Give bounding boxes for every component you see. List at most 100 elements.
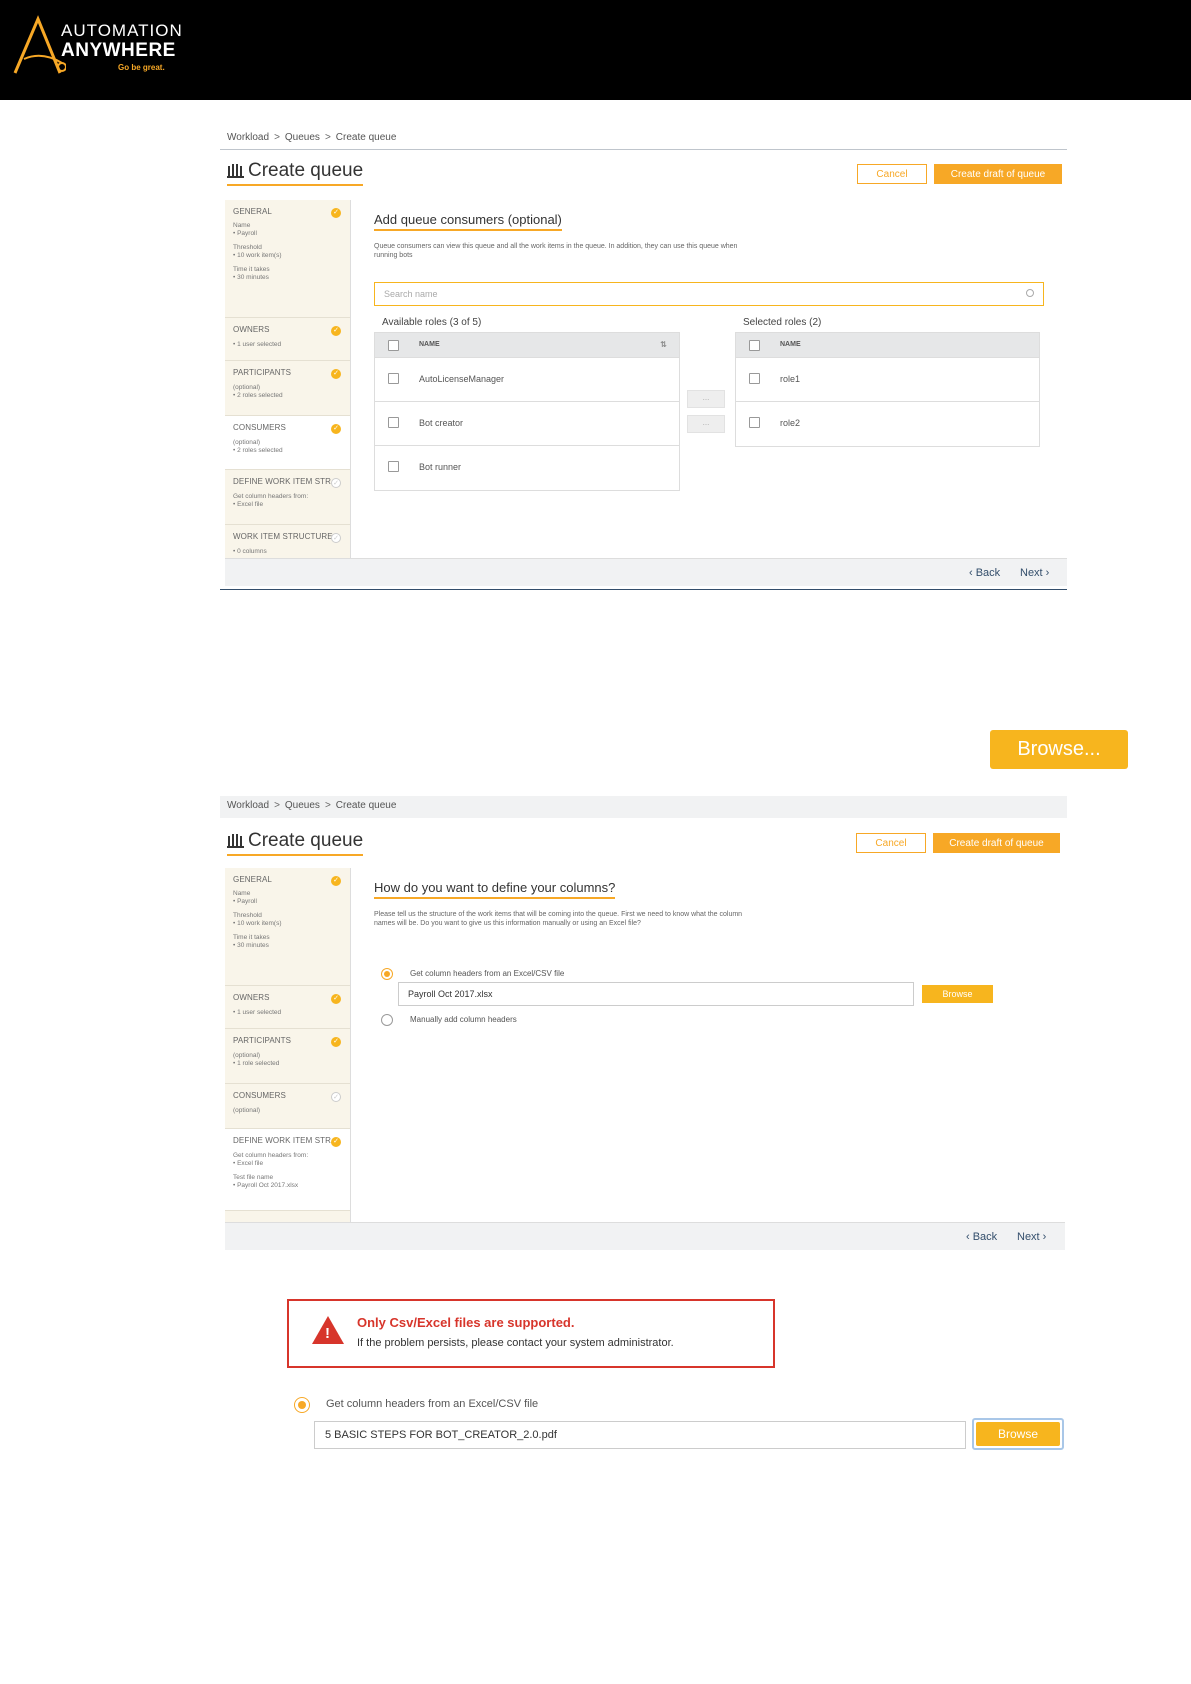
radio-manual-label[interactable]: Manually add column headers bbox=[410, 1015, 517, 1024]
sidebar-item-label: WORK ITEM STRUCTURE bbox=[233, 532, 333, 541]
available-roles-label: Available roles (3 of 5) bbox=[382, 317, 482, 328]
sidebar-item-owners[interactable]: OWNERS ✓ • 1 user selected bbox=[225, 986, 350, 1029]
field-value: • 1 user selected bbox=[233, 1009, 282, 1016]
queue-icon bbox=[227, 164, 244, 178]
back-button[interactable]: ‹ Back bbox=[969, 567, 1000, 579]
radio-manual[interactable] bbox=[381, 1014, 393, 1026]
row-checkbox[interactable] bbox=[749, 373, 760, 384]
section-description: Please tell us the structure of the work… bbox=[374, 911, 743, 927]
breadcrumb-queues[interactable]: Queues bbox=[285, 800, 320, 811]
row-checkbox[interactable] bbox=[388, 461, 399, 472]
radio-excel-csv[interactable] bbox=[381, 968, 393, 980]
field-label: Time it takes bbox=[233, 266, 270, 273]
field-label: Time it takes bbox=[233, 934, 270, 941]
create-draft-button[interactable]: Create draft of queue bbox=[933, 833, 1060, 853]
field-value: • 1 role selected bbox=[233, 1060, 280, 1067]
field-label: Threshold bbox=[233, 912, 262, 919]
column-header-name[interactable]: NAME bbox=[419, 341, 440, 348]
sidebar-item-label: CONSUMERS bbox=[233, 1091, 286, 1100]
table-row[interactable]: AutoLicenseManager bbox=[375, 357, 679, 401]
check-icon: ✓ bbox=[331, 208, 341, 218]
file-path-field[interactable]: Payroll Oct 2017.xlsx bbox=[398, 982, 914, 1006]
logo-a-icon bbox=[13, 15, 66, 74]
file-path-field[interactable]: 5 BASIC STEPS FOR BOT_CREATOR_2.0.pdf bbox=[314, 1421, 966, 1449]
sidebar-item-define-work-item[interactable]: DEFINE WORK ITEM STR... ✓ Get column hea… bbox=[225, 1129, 350, 1211]
sidebar-item-participants[interactable]: PARTICIPANTS ✓ (optional) • 2 roles sele… bbox=[225, 361, 350, 416]
breadcrumb-workload[interactable]: Workload bbox=[227, 800, 269, 811]
sidebar-item-consumers[interactable]: CONSUMERS ✓ (optional) • 2 roles selecte… bbox=[225, 416, 350, 470]
radio-excel-csv[interactable] bbox=[294, 1397, 310, 1413]
field-value: • 10 work item(s) bbox=[233, 252, 282, 259]
field-value: • Payroll Oct 2017.xlsx bbox=[233, 1182, 299, 1189]
header-band: AUTOMATION ANYWHERE Go be great. bbox=[0, 0, 1191, 100]
table-row[interactable]: Bot creator bbox=[375, 401, 679, 445]
radio-excel-csv-label[interactable]: Get column headers from an Excel/CSV fil… bbox=[326, 1398, 538, 1410]
check-icon: ✓ bbox=[331, 994, 341, 1004]
check-outline-icon: ✓ bbox=[331, 1092, 341, 1102]
check-outline-icon: ✓ bbox=[331, 478, 341, 488]
field-value: • 10 work item(s) bbox=[233, 920, 282, 927]
search-icon[interactable] bbox=[1026, 289, 1034, 297]
wizard-footer: ‹ Back Next › bbox=[225, 558, 1067, 586]
section-heading: How do you want to define your columns? bbox=[374, 880, 616, 899]
table-row[interactable]: role2 bbox=[736, 401, 1039, 445]
bottom-divider bbox=[220, 589, 1067, 590]
check-icon: ✓ bbox=[331, 424, 341, 434]
radio-excel-csv-label[interactable]: Get column headers from an Excel/CSV fil… bbox=[410, 969, 564, 978]
select-all-checkbox[interactable] bbox=[388, 340, 399, 351]
next-button[interactable]: Next › bbox=[1020, 567, 1049, 579]
check-icon: ✓ bbox=[331, 326, 341, 336]
main-content: Add queue consumers (optional) Queue con… bbox=[354, 200, 1060, 562]
back-button[interactable]: ‹ Back bbox=[966, 1231, 997, 1243]
field-label: Test file name bbox=[233, 1174, 274, 1181]
field-value: • 2 roles selected bbox=[233, 392, 283, 399]
breadcrumb-workload[interactable]: Workload bbox=[227, 132, 269, 143]
field-label: Threshold bbox=[233, 244, 262, 251]
select-all-checkbox[interactable] bbox=[749, 340, 760, 351]
sidebar-item-owners[interactable]: OWNERS ✓ • 1 user selected bbox=[225, 318, 350, 361]
browse-button-large[interactable]: Browse... bbox=[990, 730, 1128, 769]
sidebar-item-label: OWNERS bbox=[233, 993, 270, 1002]
main-content: How do you want to define your columns? … bbox=[354, 868, 1060, 1224]
field-value: • 30 minutes bbox=[233, 942, 269, 949]
sidebar-item-work-item-structure[interactable]: WORK ITEM STRUCTURE ✓ • 0 columns bbox=[225, 525, 350, 562]
move-right-button[interactable]: ... bbox=[687, 390, 725, 408]
queue-icon bbox=[227, 834, 244, 848]
table-row[interactable]: role1 bbox=[736, 357, 1039, 401]
sidebar-item-participants[interactable]: PARTICIPANTS ✓ (optional) • 1 role selec… bbox=[225, 1029, 350, 1084]
sidebar-item-label: DEFINE WORK ITEM STR... bbox=[233, 1136, 338, 1145]
create-queue-columns-screen: Workload > Queues > Create queue Create queu… bbox=[220, 796, 1067, 1256]
wizard-sidebar: GENERAL ✓ Name • Payroll Threshold • 10 … bbox=[225, 200, 351, 562]
cancel-button[interactable]: Cancel bbox=[857, 164, 927, 184]
sort-icon[interactable]: ⇅ bbox=[660, 340, 667, 349]
sidebar-item-define-work-item[interactable]: DEFINE WORK ITEM STR... ✓ Get column hea… bbox=[225, 470, 350, 525]
column-header-name[interactable]: NAME bbox=[780, 341, 801, 348]
sidebar-item-general[interactable]: GENERAL ✓ Name • Payroll Threshold • 10 … bbox=[225, 868, 350, 986]
browse-button-focused[interactable]: Browse bbox=[972, 1418, 1064, 1450]
cancel-button[interactable]: Cancel bbox=[856, 833, 926, 853]
create-draft-button[interactable]: Create draft of queue bbox=[934, 164, 1062, 184]
field-label: (optional) bbox=[233, 1052, 261, 1059]
role-name: role1 bbox=[780, 374, 801, 384]
row-checkbox[interactable] bbox=[749, 417, 760, 428]
table-row[interactable]: Bot runner bbox=[375, 445, 679, 489]
next-button[interactable]: Next › bbox=[1017, 1231, 1046, 1243]
browse-button[interactable]: Browse bbox=[922, 985, 993, 1003]
section-description: Queue consumers can view this queue and … bbox=[374, 243, 738, 259]
role-name: role2 bbox=[780, 418, 801, 428]
logo-tagline: Go be great. bbox=[118, 63, 165, 72]
row-checkbox[interactable] bbox=[388, 373, 399, 384]
sidebar-item-label: CONSUMERS bbox=[233, 423, 286, 432]
move-left-button[interactable]: ... bbox=[687, 415, 725, 433]
sidebar-item-consumers[interactable]: CONSUMERS ✓ (optional) bbox=[225, 1084, 350, 1129]
sidebar-item-general[interactable]: GENERAL ✓ Name • Payroll Threshold • 10 … bbox=[225, 200, 350, 318]
logo-line2: ANYWHERE bbox=[61, 40, 176, 61]
search-input[interactable]: Search name bbox=[374, 282, 1044, 306]
field-label: Name bbox=[233, 890, 251, 897]
row-checkbox[interactable] bbox=[388, 417, 399, 428]
table-header: NAME bbox=[736, 333, 1039, 357]
breadcrumb-queues[interactable]: Queues bbox=[285, 132, 320, 143]
wizard-footer: ‹ Back Next › bbox=[225, 1222, 1065, 1250]
check-icon: ✓ bbox=[331, 876, 341, 886]
automation-anywhere-logo: AUTOMATION ANYWHERE Go be great. bbox=[10, 15, 190, 79]
